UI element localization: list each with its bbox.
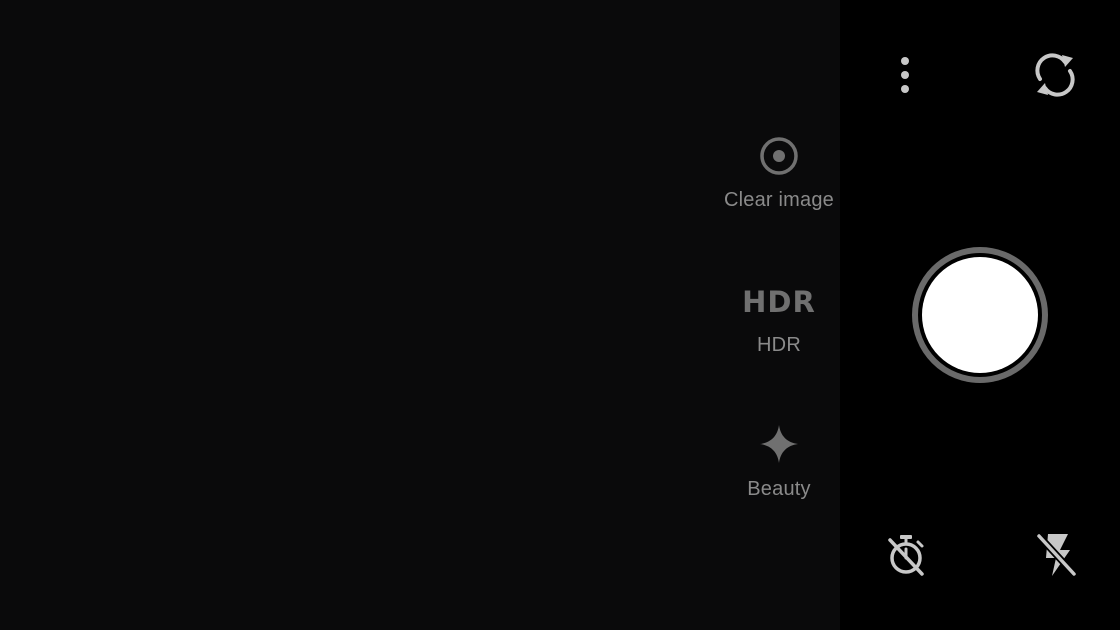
target-icon: [760, 137, 798, 175]
hdr-label: HDR: [757, 334, 801, 356]
hdr-icon: HDR: [742, 285, 816, 319]
more-vertical-icon[interactable]: [885, 55, 925, 95]
camera-screen: Clear image HDR HDR Beauty: [0, 0, 1120, 630]
sparkle-icon: [760, 425, 798, 463]
shutter-button[interactable]: [912, 247, 1048, 383]
shutter-button-inner: [922, 257, 1038, 373]
hdr-icon-text: HDR: [742, 285, 816, 319]
timer-off-icon[interactable]: [884, 533, 928, 577]
hdr-mode-button[interactable]: HDR HDR: [699, 283, 859, 357]
clear-image-mode-button[interactable]: Clear image: [699, 134, 859, 212]
clear-image-label: Clear image: [723, 189, 835, 211]
beauty-mode-button[interactable]: Beauty: [699, 422, 859, 501]
beauty-label: Beauty: [747, 478, 811, 500]
switch-camera-icon[interactable]: [1032, 52, 1078, 98]
flash-off-icon[interactable]: [1034, 531, 1078, 579]
